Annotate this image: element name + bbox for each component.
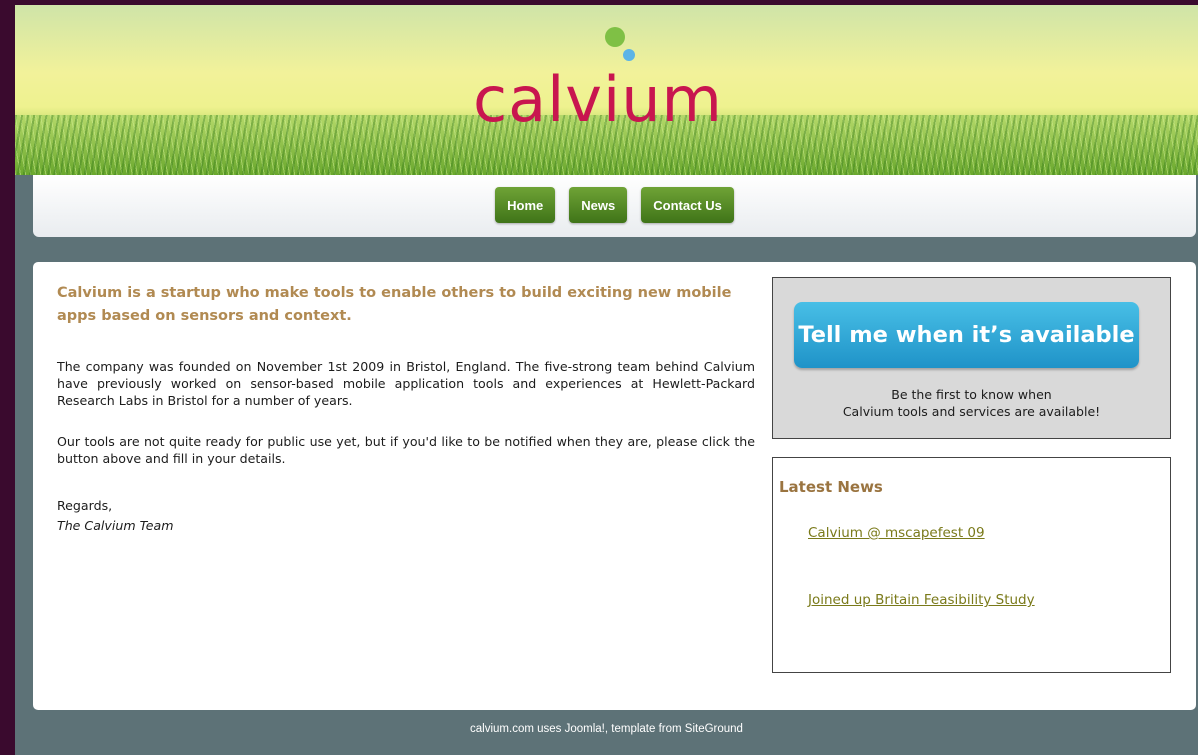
signature-text: The Calvium Team bbox=[57, 518, 174, 533]
article-paragraph: The company was founded on November 1st … bbox=[57, 359, 755, 408]
news-link-mscapefest[interactable]: Calvium @ mscapefest 09 bbox=[808, 525, 985, 541]
site-logo[interactable]: calvium bbox=[473, 63, 723, 136]
notify-box: Tell me when it’s available Be the first… bbox=[772, 277, 1171, 439]
notify-line-2: Calvium tools and services are available… bbox=[842, 404, 1101, 419]
latest-news-box: Latest News Calvium @ mscapefest 09 Join… bbox=[772, 457, 1171, 673]
logo-green-dot bbox=[605, 27, 625, 47]
page-frame: calvium Home News Contact Us Calvium is … bbox=[15, 5, 1198, 755]
latest-news-title: Latest News bbox=[779, 478, 883, 496]
notify-line-1: Be the first to know when bbox=[891, 387, 1052, 402]
notify-description: Be the first to know when Calvium tools … bbox=[773, 386, 1170, 420]
header-banner: calvium bbox=[15, 5, 1198, 175]
regards-text: Regards, bbox=[57, 498, 113, 513]
footer-text: calvium.com uses Joomla!, template from … bbox=[470, 723, 743, 735]
nav-menu: Home News Contact Us bbox=[33, 187, 1196, 223]
news-link-feasibility-study[interactable]: Joined up Britain Feasibility Study bbox=[808, 592, 1035, 608]
main-article: Calvium is a startup who make tools to e… bbox=[57, 282, 755, 535]
nav-contact-us-button[interactable]: Contact Us bbox=[641, 187, 734, 223]
article-paragraph: Our tools are not quite ready for public… bbox=[57, 434, 755, 466]
logo-blue-dot bbox=[623, 49, 635, 61]
notify-me-button[interactable]: Tell me when it’s available bbox=[794, 302, 1139, 368]
nav-news-button[interactable]: News bbox=[569, 187, 628, 223]
nav-home-button[interactable]: Home bbox=[495, 187, 556, 223]
content-panel: Calvium is a startup who make tools to e… bbox=[33, 262, 1196, 710]
intro-heading: Calvium is a startup who make tools to e… bbox=[57, 285, 732, 324]
nav-bar: Home News Contact Us bbox=[33, 175, 1196, 237]
